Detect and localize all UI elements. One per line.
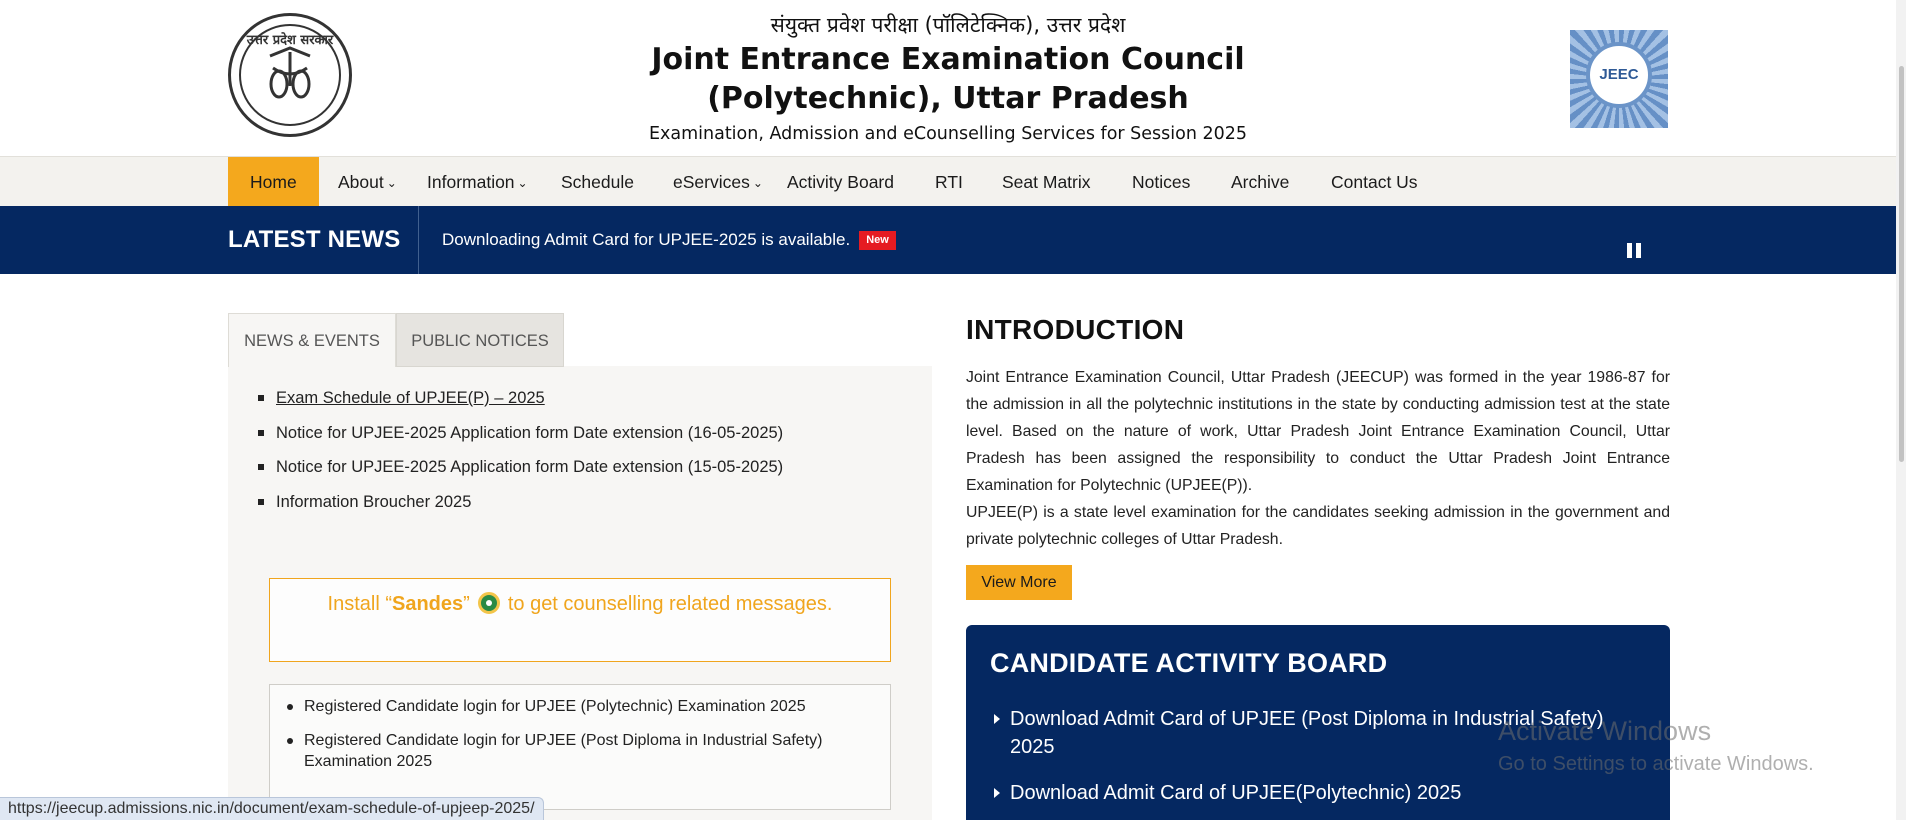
new-badge: New xyxy=(859,231,896,250)
windows-watermark-title: Activate Windows xyxy=(1498,716,1712,746)
scrollbar-thumb[interactable] xyxy=(1899,66,1904,462)
sandes-prefix: Install “ xyxy=(327,593,392,615)
list-item[interactable]: Exam Schedule of UPJEE(P) – 2025 xyxy=(258,386,783,421)
header-titles: संयुक्त प्रवेश परीक्षा (पॉलिटेक्निक), उत… xyxy=(560,10,1336,149)
emblem-fish-bow-icon xyxy=(269,46,311,99)
chevron-down-icon: ⌄ xyxy=(386,176,397,190)
site-header: उत्तर प्रदेश सरकार संयुक्त प्रवेश परीक्ष… xyxy=(0,0,1896,156)
chevron-down-icon: ⌄ xyxy=(517,176,528,190)
nav-rti[interactable]: RTI xyxy=(935,157,963,207)
nav-seat-matrix[interactable]: Seat Matrix xyxy=(1002,157,1091,207)
nav-contact-us[interactable]: Contact Us xyxy=(1331,157,1418,207)
activity-board-title: CANDIDATE ACTIVITY BOARD xyxy=(990,648,1388,678)
chevron-down-icon: ⌄ xyxy=(752,176,763,190)
status-bar-url: https://jeecup.admissions.nic.in/documen… xyxy=(0,797,544,820)
title-line-2: (Polytechnic), Uttar Pradesh xyxy=(707,81,1189,116)
tab-public-notices[interactable]: PUBLIC NOTICES xyxy=(396,313,564,367)
up-government-emblem[interactable]: उत्तर प्रदेश सरकार xyxy=(228,13,352,137)
nav-label: Home xyxy=(250,172,297,192)
login-link[interactable]: Registered Candidate login for UPJEE (Po… xyxy=(284,730,854,772)
windows-watermark-subtitle: Go to Settings to activate Windows. xyxy=(1498,753,1814,775)
view-more-button[interactable]: View More xyxy=(966,565,1072,600)
activity-item[interactable]: Download Admit Card of UPJEE(Polytechnic… xyxy=(990,779,1640,807)
nav-label: Information xyxy=(427,172,515,192)
nav-label: Seat Matrix xyxy=(1002,172,1091,192)
nav-archive[interactable]: Archive xyxy=(1231,157,1289,207)
news-ticker-item[interactable]: Downloading Admit Card for UPJEE-2025 is… xyxy=(442,206,896,274)
nav-activity-board[interactable]: Activity Board xyxy=(787,157,894,207)
header-subtitle: Examination, Admission and eCounselling … xyxy=(648,124,1248,144)
nav-notices[interactable]: Notices xyxy=(1132,157,1190,207)
latest-news-bar: LATEST NEWS Downloading Admit Card for U… xyxy=(0,206,1896,274)
nav-label: Contact Us xyxy=(1331,172,1418,192)
hindi-title: संयुक्त प्रवेश परीक्षा (पॉलिटेक्निक), उत… xyxy=(770,13,1126,37)
list-item[interactable]: Information Broucher 2025 xyxy=(258,490,783,525)
nav-label: Archive xyxy=(1231,172,1290,192)
nav-label: RTI xyxy=(935,172,963,192)
nav-schedule[interactable]: Schedule xyxy=(561,157,634,207)
latest-news-label: LATEST NEWS xyxy=(228,226,401,253)
list-item[interactable]: Notice for UPJEE-2025 Application form D… xyxy=(258,455,783,490)
nav-information[interactable]: Information ⌄ xyxy=(427,157,528,207)
nav-about[interactable]: About ⌄ xyxy=(338,157,397,207)
nav-eservices[interactable]: eServices ⌄ xyxy=(673,157,763,207)
news-ticker-text: Downloading Admit Card for UPJEE-2025 is… xyxy=(442,230,851,249)
sandes-suffix: ” xyxy=(463,593,470,615)
intro-title: INTRODUCTION xyxy=(966,314,1185,345)
jeec-logo[interactable]: JEEC xyxy=(1570,30,1668,128)
title-line-1: Joint Entrance Examination Council xyxy=(651,42,1245,77)
login-link[interactable]: Registered Candidate login for UPJEE (Po… xyxy=(284,696,854,717)
intro-paragraph-2: UPJEE(P) is a state level examination fo… xyxy=(966,504,1670,548)
nav-label: Schedule xyxy=(561,172,634,192)
tab-news-events[interactable]: NEWS & EVENTS xyxy=(228,313,396,367)
sandes-banner[interactable]: Install “Sandes” to get counselling relat… xyxy=(269,578,891,662)
nav-home[interactable]: Home xyxy=(228,157,319,207)
nav-label: About xyxy=(338,172,384,192)
pause-bar-right xyxy=(1636,243,1641,258)
nav-label: Notices xyxy=(1132,172,1191,192)
pause-bar-left xyxy=(1627,243,1632,258)
intro-paragraph-1: Joint Entrance Examination Council, Utta… xyxy=(966,369,1670,494)
nav-label: Activity Board xyxy=(787,172,894,192)
list-item[interactable]: Notice for UPJEE-2025 Application form D… xyxy=(258,421,783,456)
sandes-app-icon xyxy=(477,591,500,614)
candidate-login-list: Registered Candidate login for UPJEE (Po… xyxy=(284,696,854,785)
news-divider xyxy=(418,206,419,274)
pause-icon[interactable] xyxy=(1627,243,1641,258)
news-events-list: Exam Schedule of UPJEE(P) – 2025 Notice … xyxy=(258,386,783,524)
sandes-name: Sandes xyxy=(392,593,464,615)
logo-text: JEEC xyxy=(1599,66,1639,83)
sandes-rest: to get counselling related messages. xyxy=(507,593,833,615)
intro-body: Joint Entrance Examination Council, Utta… xyxy=(966,364,1670,553)
nav-label: eServices xyxy=(673,172,750,192)
main-nav: Home About ⌄ Information ⌄ Schedule eServi… xyxy=(0,156,1896,207)
